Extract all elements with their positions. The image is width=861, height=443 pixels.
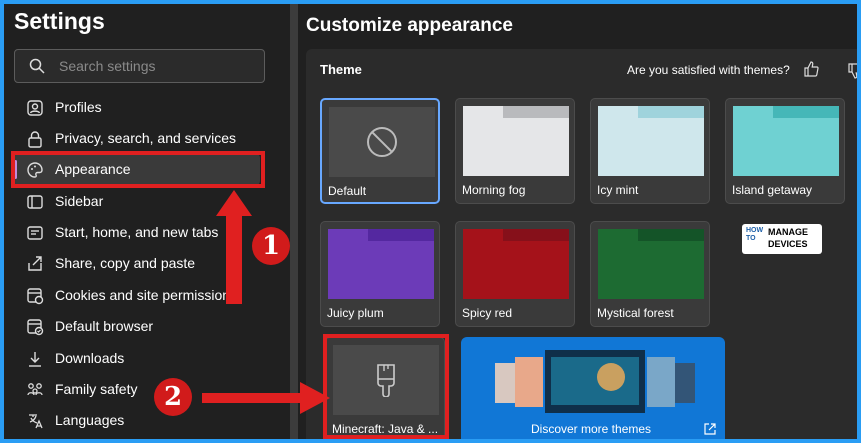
watermark-how: HOW TO: [746, 227, 764, 242]
annotation-arrows: [202, 190, 330, 414]
step-badge-1: 1: [252, 227, 290, 265]
watermark-manage: MANAGE: [768, 227, 808, 237]
watermark-devices: DEVICES: [768, 239, 808, 249]
watermark-logo: HOW TO MANAGE DEVICES: [742, 224, 822, 254]
step-badge-2: 2: [154, 378, 192, 416]
settings-window: Settings Search settings Profiles Privac…: [4, 4, 857, 439]
